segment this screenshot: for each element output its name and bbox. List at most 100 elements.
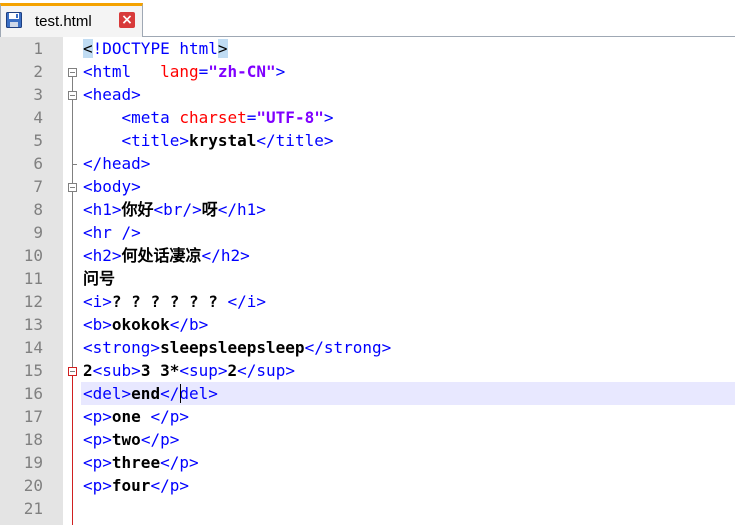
- code-line[interactable]: <p>three</p>: [83, 451, 199, 474]
- fold-toggle-icon[interactable]: [68, 90, 77, 100]
- code-token: 何处话凄凉: [121, 246, 202, 265]
- code-token: <br/>: [153, 200, 202, 219]
- code-line[interactable]: 2<sub>3 3*<sup>2</sup>: [83, 359, 295, 382]
- code-token: <p>: [83, 407, 112, 426]
- code-line[interactable]: <body>: [83, 175, 141, 198]
- code-token: four: [111, 476, 151, 495]
- text-caret: [180, 384, 181, 403]
- code-token: <sup>: [179, 361, 228, 380]
- line-number: 14: [23, 338, 43, 357]
- code-token: <strong>: [83, 338, 161, 357]
- code-token: <p>: [83, 430, 112, 449]
- code-token: "zh-CN": [208, 62, 276, 81]
- code-token: <p>: [83, 453, 112, 472]
- code-line[interactable]: <!DOCTYPE html>: [83, 37, 228, 60]
- code-token: </head>: [83, 154, 151, 173]
- code-token: <h1>: [83, 200, 122, 219]
- code-token: 呀: [201, 200, 218, 219]
- code-line[interactable]: <i>? ? ? ? ? ? </i>: [83, 290, 266, 313]
- line-number: 19: [23, 453, 43, 472]
- code-token: <i>: [83, 292, 112, 311]
- line-number: 4: [33, 108, 43, 127]
- code-token: </p>: [150, 476, 189, 495]
- file-tab[interactable]: test.html ×: [0, 3, 143, 37]
- code-token: </h1>: [217, 200, 266, 219]
- code-line[interactable]: <p>four</p>: [83, 474, 189, 497]
- code-token: >: [323, 108, 334, 127]
- code-line[interactable]: <title>krystal</title>: [83, 129, 334, 152]
- fold-toggle-icon[interactable]: [68, 182, 77, 192]
- code-token: </p>: [150, 407, 189, 426]
- code-token: three: [111, 453, 161, 472]
- code-line[interactable]: </head>: [83, 152, 150, 175]
- code-token: <hr />: [83, 223, 141, 242]
- code-line[interactable]: <html lang="zh-CN">: [83, 60, 285, 83]
- code-token: end: [131, 384, 161, 403]
- code-line[interactable]: <h2>何处话凄凉</h2>: [83, 244, 250, 267]
- line-number: 7: [33, 177, 43, 196]
- tab-filename: test.html: [35, 13, 92, 30]
- code-token: <meta: [121, 108, 180, 127]
- floppy-save-icon: [6, 12, 22, 28]
- line-number: 5: [33, 131, 43, 150]
- line-number: 8: [33, 200, 43, 219]
- code-token: <b>: [83, 315, 112, 334]
- line-number: 3: [33, 85, 43, 104]
- line-number: 9: [33, 223, 43, 242]
- code-token: okokok: [111, 315, 170, 334]
- code-token: </p>: [160, 453, 199, 472]
- code-line[interactable]: <del>end</del>: [83, 382, 218, 405]
- fold-toggle-icon[interactable]: [68, 67, 77, 77]
- code-token: </b>: [169, 315, 209, 334]
- code-line[interactable]: <meta charset="UTF-8">: [83, 106, 334, 129]
- code-token: 2: [83, 361, 93, 380]
- code-token: =: [198, 62, 209, 81]
- close-tab-icon[interactable]: ×: [119, 12, 135, 28]
- code-line[interactable]: <b>okokok</b>: [83, 313, 208, 336]
- code-token: krystal: [188, 131, 257, 150]
- line-number: 13: [23, 315, 43, 334]
- code-token: <del>: [83, 384, 132, 403]
- code-token: lang: [160, 62, 199, 81]
- code-token: </sup>: [237, 361, 295, 380]
- code-token: 3 3*: [140, 361, 180, 380]
- line-number: 15: [23, 361, 43, 380]
- code-token: </h2>: [201, 246, 250, 265]
- code-token: </p>: [140, 430, 180, 449]
- code-token: two: [111, 430, 141, 449]
- code-line[interactable]: <p>one </p>: [83, 405, 189, 428]
- code-line[interactable]: <strong>sleepsleepsleep</strong>: [83, 336, 391, 359]
- fold-guide-line: [72, 375, 73, 525]
- code-token: <body>: [83, 177, 141, 196]
- code-token: =: [246, 108, 257, 127]
- line-number: 1: [33, 39, 43, 58]
- fold-end-marker: [72, 163, 77, 165]
- code-line[interactable]: 问号: [83, 267, 115, 290]
- code-token: !DOCTYPE html: [92, 39, 218, 58]
- code-token: <html: [83, 62, 161, 81]
- tab-bar: test.html ×: [0, 0, 735, 37]
- code-token: >: [275, 62, 286, 81]
- line-number: 18: [23, 430, 43, 449]
- code-token: >: [217, 39, 228, 58]
- code-token: 问号: [83, 269, 116, 288]
- code-token: sleepsleepsleep: [160, 338, 305, 357]
- code-token: one: [111, 407, 151, 426]
- code-token: 2: [227, 361, 238, 380]
- code-line[interactable]: <head>: [83, 83, 141, 106]
- code-token: <title>: [121, 131, 189, 150]
- code-token: </title>: [256, 131, 334, 150]
- code-line[interactable]: <hr />: [83, 221, 141, 244]
- line-number: 21: [23, 499, 43, 518]
- line-number: 20: [23, 476, 43, 495]
- code-token: ? ? ? ? ? ?: [111, 292, 228, 311]
- fold-toggle-icon[interactable]: [68, 366, 77, 376]
- code-token: </del>: [160, 384, 218, 403]
- code-token: charset: [179, 108, 247, 127]
- code-token: 你好: [121, 200, 154, 219]
- code-token: "UTF-8": [256, 108, 324, 127]
- code-line[interactable]: <h1>你好<br/>呀</h1>: [83, 198, 266, 221]
- code-token: <sub>: [92, 361, 141, 380]
- code-line[interactable]: <p>two</p>: [83, 428, 179, 451]
